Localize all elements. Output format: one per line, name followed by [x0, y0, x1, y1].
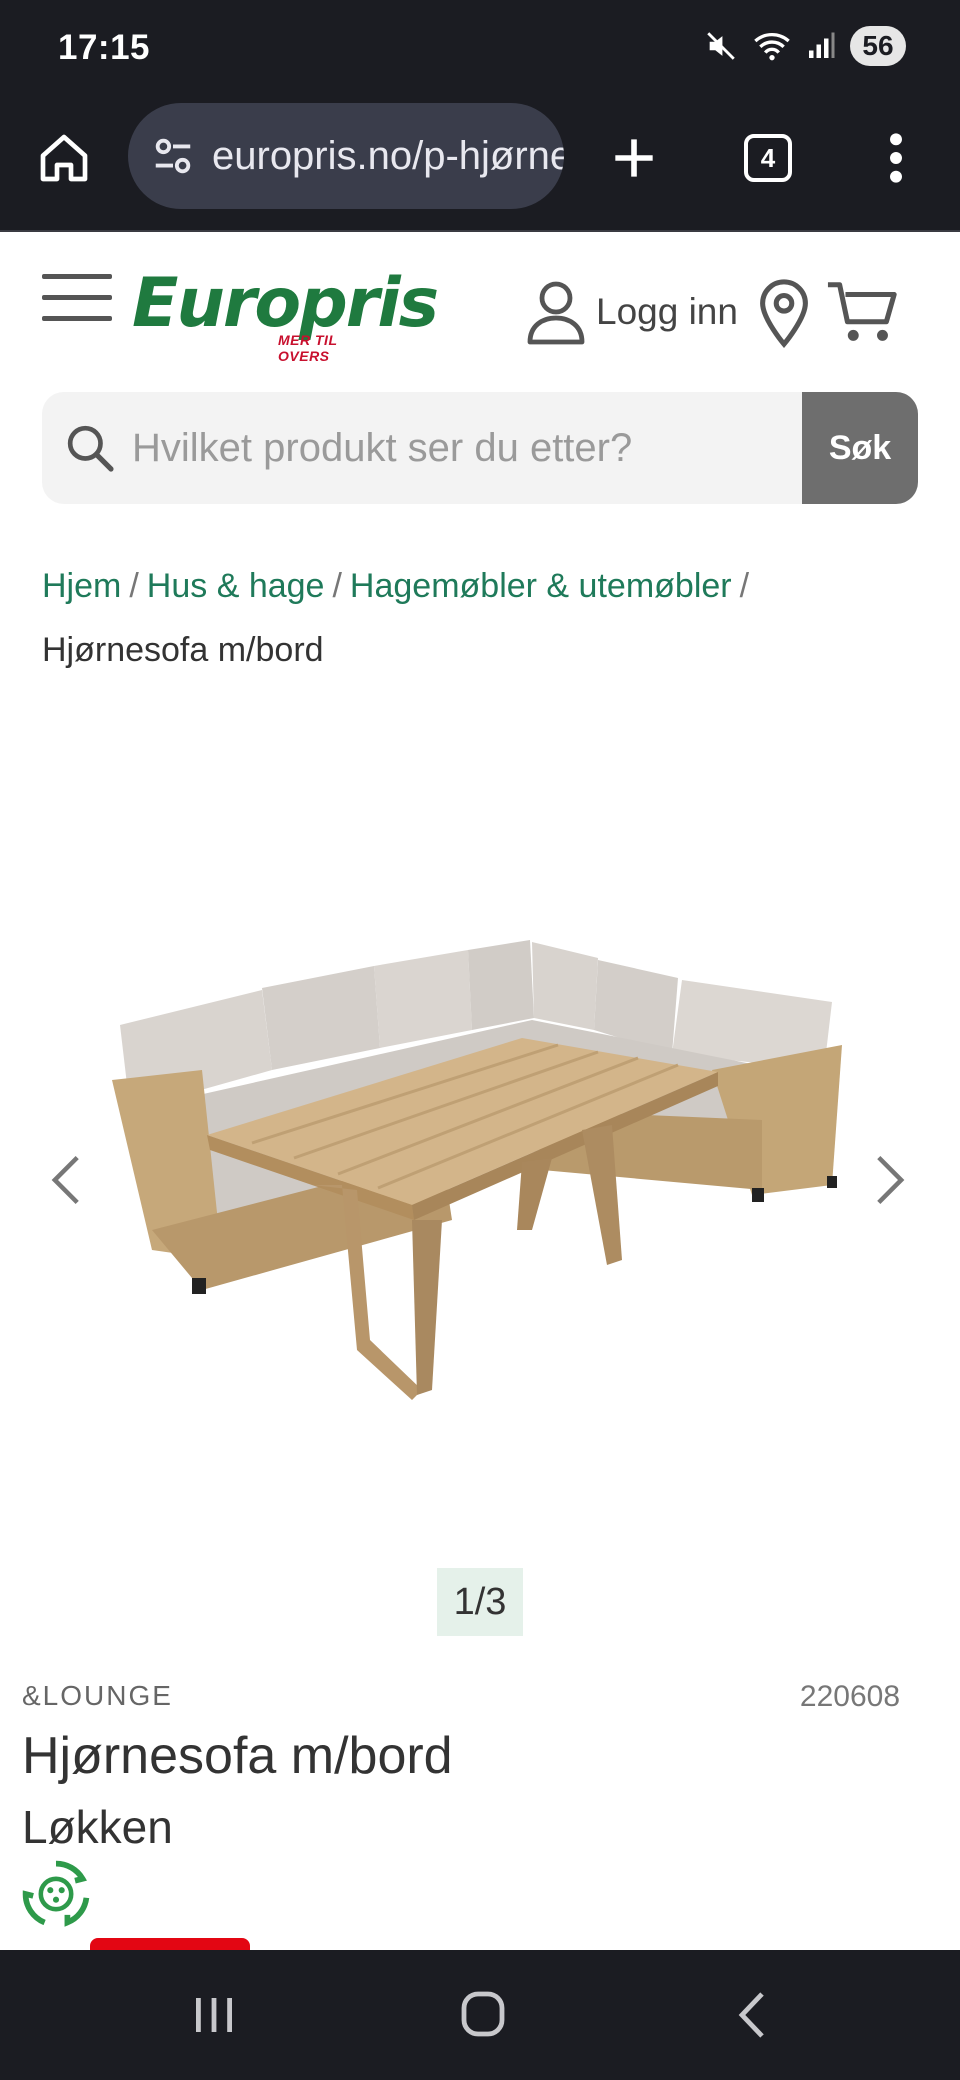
login-button[interactable]: Logg inn: [526, 278, 738, 346]
product-sku: 220608: [799, 1680, 900, 1713]
breadcrumb: Hjem / Hus & hage / Hagemøbler & utemøbler / …: [42, 554, 882, 682]
browser-toolbar: europris.no/p-hjørnesofa 4: [0, 100, 960, 232]
gallery-counter: 1/3: [437, 1568, 523, 1636]
battery-indicator: 56: [850, 26, 906, 66]
chevron-left-icon[interactable]: [46, 1152, 86, 1208]
search-bar: Søk: [42, 392, 918, 504]
cart-icon[interactable]: [826, 278, 900, 346]
status-time: 17:15: [58, 28, 151, 67]
price-label-partial: [90, 1938, 250, 1950]
logo-tagline: MER TIL OVERS: [278, 332, 338, 364]
chevron-right-icon[interactable]: [870, 1152, 910, 1208]
recents-icon[interactable]: [192, 1994, 236, 2036]
home-icon[interactable]: [36, 130, 92, 186]
breadcrumb-hagemobler[interactable]: Hagemøbler & utemøbler: [350, 567, 732, 605]
hamburger-icon[interactable]: [42, 272, 112, 324]
user-icon: [527, 281, 585, 345]
back-icon[interactable]: [736, 1990, 768, 2040]
product-title: Hjørnesofa m/bord: [22, 1727, 453, 1785]
breadcrumb-separator: /: [739, 567, 750, 605]
home-circle-icon[interactable]: [460, 1990, 506, 2038]
search-button[interactable]: Søk: [802, 392, 918, 504]
signal-icon: [809, 32, 835, 58]
europris-logo[interactable]: Europris MER TIL OVERS: [132, 264, 439, 364]
product-subtitle: Løkken: [22, 1801, 173, 1853]
product-gallery[interactable]: 1/3: [0, 700, 960, 1650]
site-settings-icon[interactable]: [150, 133, 196, 179]
product-brand[interactable]: &LOUNGE: [22, 1680, 173, 1712]
wifi-icon: [754, 33, 790, 61]
status-bar: 17:15 56: [0, 0, 960, 100]
breadcrumb-home[interactable]: Hjem: [42, 567, 121, 605]
mute-icon: [707, 32, 735, 60]
login-label: Logg inn: [596, 291, 738, 332]
status-icons: 56: [704, 26, 906, 66]
url-text: europris.no/p-hjørnesofa: [212, 133, 564, 178]
tabs-icon[interactable]: 4: [744, 134, 792, 182]
search-icon: [67, 425, 114, 472]
breadcrumb-separator: /: [129, 567, 139, 605]
product-image[interactable]: [112, 930, 852, 1410]
system-nav-bar: [0, 1950, 960, 2080]
breadcrumb-current: Hjørnesofa m/bord: [42, 631, 324, 669]
search-input[interactable]: [132, 392, 832, 504]
eco-badge-icon[interactable]: [18, 1856, 94, 1932]
address-bar[interactable]: europris.no/p-hjørnesofa: [128, 103, 564, 209]
more-vert-icon[interactable]: [880, 130, 912, 186]
plus-icon[interactable]: [606, 130, 662, 186]
breadcrumb-hus-og-hage[interactable]: Hus & hage: [147, 567, 325, 605]
location-pin-icon[interactable]: [756, 278, 812, 348]
breadcrumb-separator: /: [332, 567, 342, 605]
